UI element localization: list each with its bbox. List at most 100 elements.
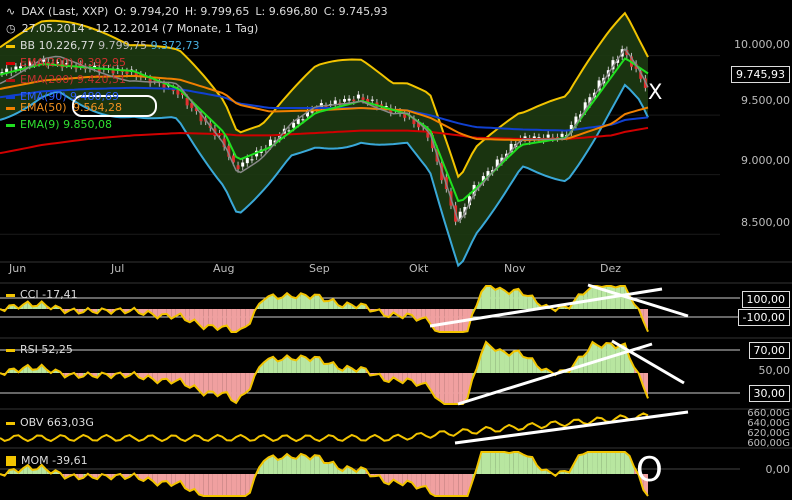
oscillator-fill: [231, 373, 237, 403]
mom-level: 0,00: [765, 463, 791, 476]
oscillator-fill: [300, 355, 306, 373]
legend-value: 9.850,08: [63, 118, 113, 131]
legend-ema200b[interactable]: EMA(200) 9.420,51: [6, 73, 126, 86]
oscillator-fill: [324, 462, 329, 474]
candle-body: [5, 68, 9, 73]
oscillator-fill: [523, 295, 528, 309]
chart-window: ∿ DAX (Last, XXP) O: 9.794,20 H: 9.799,65 L:…: [0, 0, 792, 500]
indicator-value: -39,61: [52, 454, 88, 467]
oscillator-fill: [231, 474, 237, 496]
oscillator-fill: [291, 359, 297, 373]
rsi-level-flag: 30,00: [748, 385, 790, 402]
mom-legend[interactable]: MOM -39,61: [6, 454, 88, 467]
oscillator-fill: [518, 452, 524, 474]
candle-body: [301, 119, 305, 121]
oscillator-fill: [490, 452, 496, 474]
x-tick: Aug: [213, 262, 235, 275]
legend-label: BB: [20, 39, 36, 52]
x-tick: Jul: [111, 262, 125, 275]
indicator-value: -17,41: [42, 288, 78, 301]
oscillator-fill: [495, 349, 500, 373]
x-tick: Nov: [504, 262, 526, 275]
candle-body: [352, 99, 356, 102]
legend-label: EMA(50): [20, 101, 67, 114]
price-tick: 9.000,00: [741, 154, 790, 167]
oscillator-fill: [615, 452, 621, 474]
indicator-label: CCI: [20, 288, 39, 301]
oscillator-fill: [199, 474, 204, 496]
oscillator-fill: [435, 373, 440, 401]
oscillator-fill: [513, 452, 519, 474]
oscillator-fill: [523, 454, 528, 474]
rsi-level-flag: 70,00: [748, 342, 790, 359]
candle-body: [241, 162, 245, 167]
oscillator-fill: [324, 363, 329, 373]
period-text: 27.05.2014 - 12.12.2014 (7 Monate, 1 Tag…: [21, 22, 259, 35]
oscillator-fill: [444, 309, 449, 332]
oscillator-fill: [314, 294, 320, 309]
oscillator-fill: [486, 452, 491, 474]
oscillator-fill: [231, 309, 237, 332]
legend-label: EMA(200): [20, 56, 74, 69]
oscillator-fill: [240, 474, 246, 496]
indicator-value: 663,03G: [46, 416, 94, 429]
oscillator-fill: [212, 474, 218, 496]
header-ohlc: ∿ DAX (Last, XXP) O: 9.794,20 H: 9.799,65 L:…: [6, 5, 394, 18]
chart-type-icon: ∿: [6, 5, 16, 18]
oscillator-fill: [439, 474, 445, 496]
price-tick: 10.000,00: [734, 38, 790, 51]
legend-label: EMA(200): [20, 73, 74, 86]
candle-body: [333, 100, 337, 104]
oscillator-fill: [314, 356, 320, 373]
indicator-label: OBV: [20, 416, 44, 429]
oscillator-fill: [222, 474, 227, 496]
oscillator-fill: [226, 474, 232, 496]
indicator-label: RSI: [20, 343, 38, 356]
oscillator-fill: [300, 453, 306, 474]
oscillator-fill: [513, 288, 519, 309]
legend-ema9[interactable]: EMA(9) 9.850,08: [6, 118, 112, 131]
x-tick: Jun: [9, 262, 27, 275]
oscillator-fill: [208, 373, 213, 392]
legend-bb[interactable]: BB 10.226,77 9.799,75 9.372,73: [6, 39, 200, 52]
oscillator-fill: [481, 452, 486, 474]
oscillator-fill: [495, 452, 500, 474]
obv-levels: 660,00G 640,00G 620,00G 600,00G: [747, 409, 790, 449]
oscillator-fill: [448, 373, 454, 404]
oscillator-fill: [291, 457, 297, 474]
obv-level: 600,00G: [747, 438, 790, 449]
oscillator-fill: [236, 474, 241, 496]
oscillator-fill: [615, 345, 621, 373]
cci-legend[interactable]: CCI -17,41: [6, 288, 78, 301]
oscillator-fill: [509, 452, 514, 474]
oscillator-fill: [222, 373, 227, 394]
candle-body: [250, 159, 254, 161]
candle-body: [370, 99, 374, 101]
clock-icon: ◷: [6, 22, 16, 35]
legend-swatch: [6, 78, 15, 82]
oscillator-fill: [240, 373, 246, 396]
legend-ema50[interactable]: EMA(50) 9.564,28: [6, 101, 125, 114]
oscillator-fill: [597, 452, 602, 474]
oscillator-fill: [578, 454, 584, 474]
high-value: H: 9.799,65: [184, 5, 250, 18]
rsi-legend[interactable]: RSI 52,25: [6, 343, 73, 356]
rsi-level: 50,00: [758, 364, 791, 377]
legend-label: EMA(9): [20, 118, 60, 131]
oscillator-fill: [610, 452, 616, 474]
oscillator-fill: [314, 455, 320, 474]
oscillator-fill: [601, 452, 607, 474]
candle-body: [361, 97, 365, 100]
candle-body: [347, 98, 351, 101]
oscillator-fill: [453, 474, 459, 496]
o-annotation: O: [636, 450, 663, 490]
oscillator-fill: [587, 452, 593, 474]
oscillator-fill: [458, 474, 463, 496]
obv-line: [0, 412, 649, 443]
header-period: ◷ 27.05.2014 - 12.12.2014 (7 Monate, 1 Ta…: [6, 22, 264, 35]
oscillator-fill: [208, 309, 213, 326]
oscillator-fill: [504, 452, 510, 474]
legend-value: 9.392,95: [77, 56, 127, 69]
legend-ema200a[interactable]: EMA(200) 9.392,95: [6, 56, 126, 69]
obv-legend[interactable]: OBV 663,03G: [6, 416, 94, 429]
